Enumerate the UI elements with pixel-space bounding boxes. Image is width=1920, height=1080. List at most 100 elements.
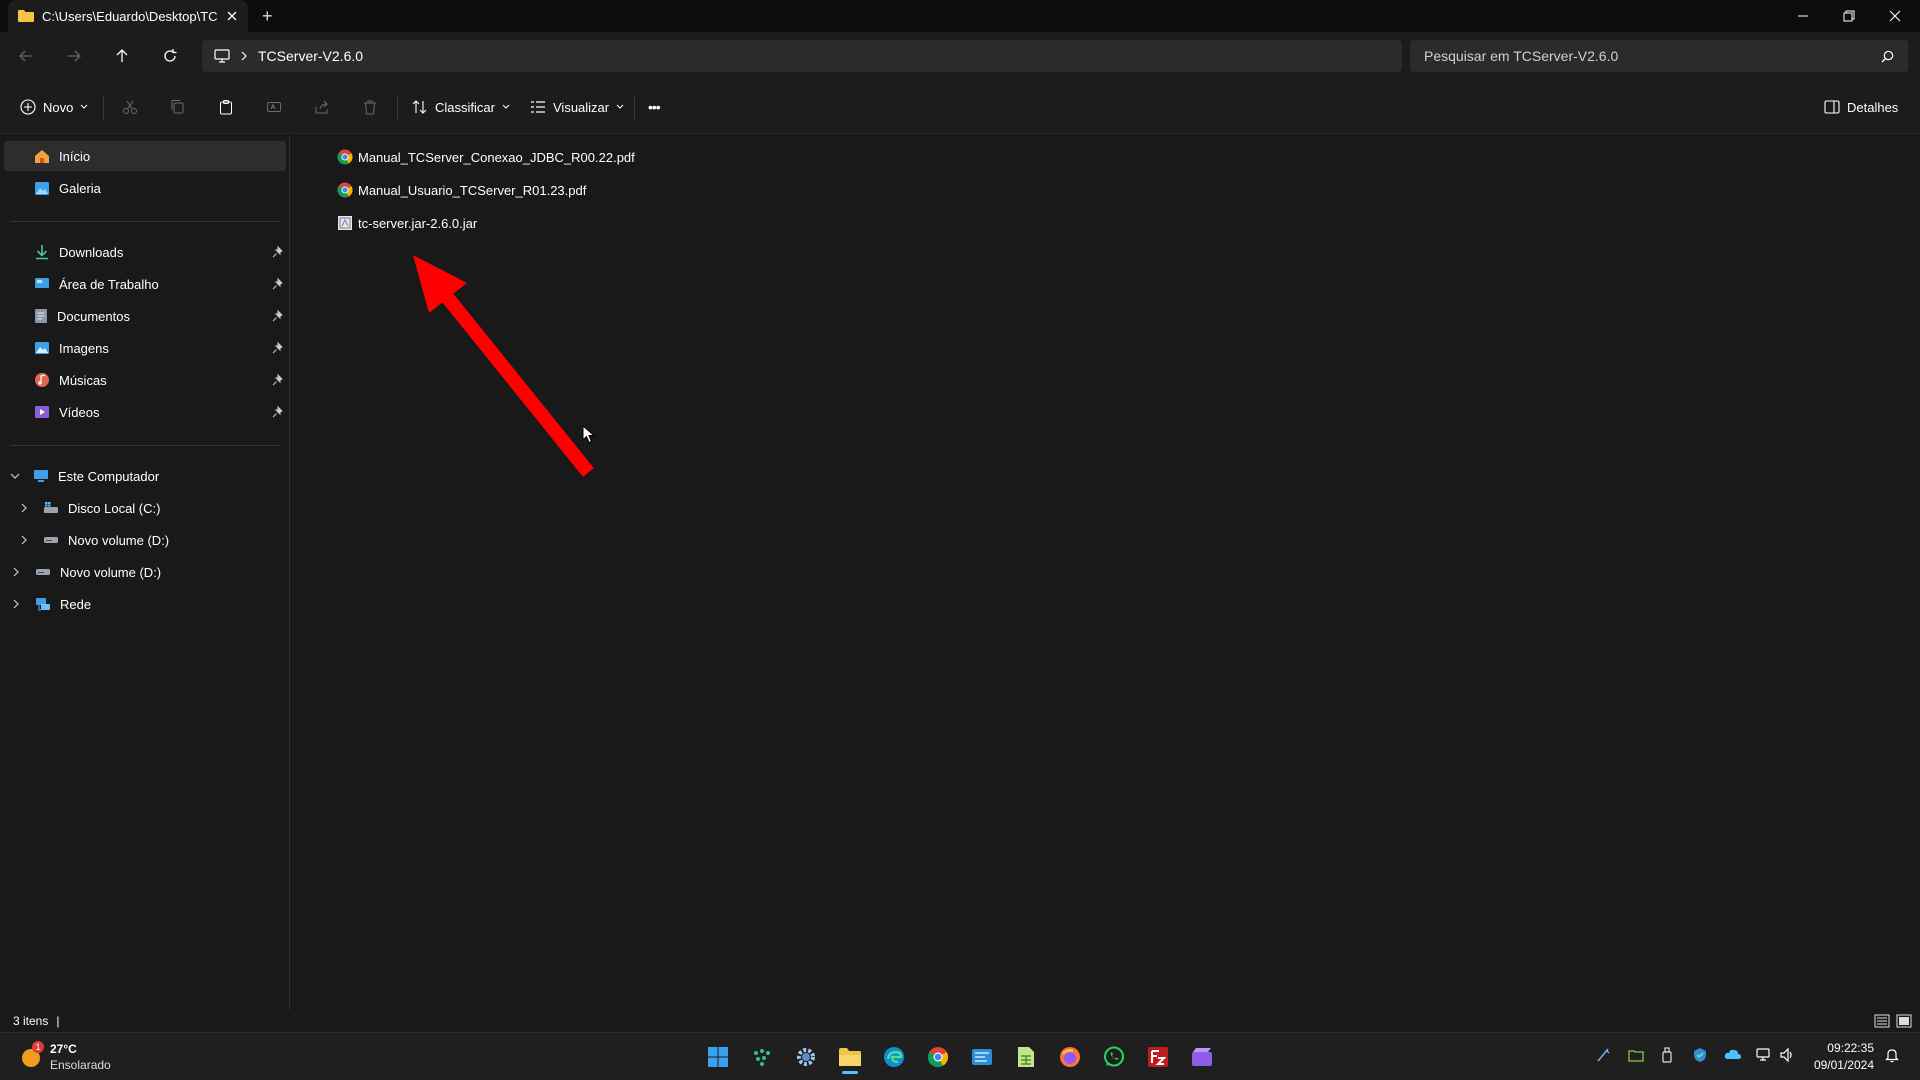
dots-app-icon	[751, 1046, 773, 1068]
taskbar-app-firefox[interactable]	[1054, 1041, 1086, 1073]
file-item[interactable]: Manual_TCServer_Conexao_JDBC_R00.22.pdf	[337, 146, 635, 168]
details-button[interactable]: Detalhes	[1824, 92, 1898, 122]
chevron-right-icon[interactable]	[20, 503, 28, 513]
taskbar: 1 27°C Ensolarado 09:22:35 09/01/2024	[0, 1032, 1920, 1080]
drive-icon	[43, 535, 59, 545]
home-icon	[34, 149, 50, 164]
weather-widget[interactable]: 1 27°C Ensolarado	[18, 1041, 158, 1073]
weather-desc: Ensolarado	[50, 1058, 111, 1072]
file-item[interactable]: tc-server.jar-2.6.0.jar	[337, 212, 477, 234]
pin-icon[interactable]	[272, 342, 284, 354]
sidebar-item-gallery[interactable]: Galeria	[4, 173, 286, 203]
chrome-icon	[927, 1046, 949, 1068]
defender-icon[interactable]	[1692, 1047, 1708, 1063]
volume-icon[interactable]	[1780, 1047, 1796, 1063]
sidebar-item-label: Vídeos	[59, 404, 100, 420]
sidebar-item-desktop[interactable]: Área de Trabalho	[34, 269, 159, 299]
taskbar-app-slack[interactable]	[746, 1041, 778, 1073]
music-icon	[34, 372, 50, 388]
sidebar-item-label: Downloads	[59, 244, 124, 260]
sidebar-item-drive-d-root[interactable]: Novo volume (D:)	[12, 557, 161, 587]
details-view-icon[interactable]	[1874, 1014, 1890, 1028]
sidebar-item-this-pc[interactable]: Este Computador	[10, 461, 159, 491]
chevron-right-icon[interactable]	[12, 567, 20, 577]
folder-icon	[18, 9, 34, 23]
pin-icon[interactable]	[272, 310, 284, 322]
chevron-right-icon[interactable]	[12, 599, 20, 609]
sidebar-item-downloads[interactable]: Downloads	[34, 237, 123, 267]
taskbar-app-chrome[interactable]	[922, 1041, 954, 1073]
usb-icon[interactable]	[1660, 1047, 1674, 1063]
taskbar-app-filezilla[interactable]	[1142, 1041, 1174, 1073]
search-box[interactable]	[1410, 40, 1908, 72]
rename-button[interactable]	[266, 92, 282, 122]
notification-bell-icon[interactable]	[1884, 1047, 1900, 1063]
network-icon[interactable]	[1756, 1047, 1772, 1063]
network-icon	[35, 597, 51, 612]
explorer-tab[interactable]: C:\Users\Eduardo\Desktop\TC	[8, 0, 248, 32]
search-icon[interactable]	[1881, 50, 1894, 63]
restore-button[interactable]	[1826, 0, 1872, 32]
new-button[interactable]: Novo	[20, 92, 88, 122]
paste-button[interactable]	[218, 92, 234, 122]
pin-icon[interactable]	[272, 374, 284, 386]
sidebar-item-music[interactable]: Músicas	[34, 365, 107, 395]
share-button[interactable]	[314, 92, 330, 122]
cut-button[interactable]	[122, 92, 138, 122]
plus-circle-icon	[20, 99, 36, 115]
sidebar-item-drive-c[interactable]: Disco Local (C:)	[20, 493, 160, 523]
taskbar-app-sheets[interactable]	[1010, 1041, 1042, 1073]
back-button[interactable]	[10, 40, 42, 72]
view-label: Visualizar	[553, 99, 610, 115]
file-item[interactable]: Manual_Usuario_TCServer_R01.23.pdf	[337, 179, 586, 201]
search-input[interactable]	[1424, 48, 1864, 64]
taskbar-app-clipchamp[interactable]	[1186, 1041, 1218, 1073]
chevron-right-icon[interactable]	[240, 51, 248, 61]
pen-icon[interactable]	[1596, 1047, 1612, 1063]
whatsapp-icon	[1103, 1046, 1125, 1068]
folder-sync-icon[interactable]	[1628, 1047, 1644, 1063]
chevron-down-icon[interactable]	[10, 472, 20, 480]
sidebar-item-home[interactable]: Início	[4, 141, 286, 171]
mouse-cursor-icon	[582, 425, 596, 444]
clock[interactable]: 09:22:35 09/01/2024	[1806, 1040, 1874, 1074]
address-path[interactable]: TCServer-V2.6.0	[258, 48, 363, 64]
chevron-right-icon[interactable]	[20, 535, 28, 545]
pin-icon[interactable]	[272, 278, 284, 290]
minimize-button[interactable]	[1780, 0, 1826, 32]
start-button[interactable]	[702, 1041, 734, 1073]
sidebar-divider	[10, 221, 280, 222]
taskbar-app-mail[interactable]	[966, 1041, 998, 1073]
sidebar-item-pictures[interactable]: Imagens	[34, 333, 109, 363]
sidebar-item-network[interactable]: Rede	[12, 589, 91, 619]
refresh-button[interactable]	[154, 40, 186, 72]
toolbar-divider	[634, 96, 635, 120]
close-tab-icon[interactable]	[226, 10, 238, 22]
taskbar-app-edge[interactable]	[878, 1041, 910, 1073]
copy-button[interactable]	[170, 92, 186, 122]
rename-icon	[266, 99, 282, 115]
view-button[interactable]: Visualizar	[530, 92, 624, 122]
item-count: 3 itens	[13, 1014, 49, 1028]
up-button[interactable]	[106, 40, 138, 72]
sidebar-item-drive-d[interactable]: Novo volume (D:)	[20, 525, 169, 555]
sort-button[interactable]: Classificar	[412, 92, 510, 122]
sidebar-item-label: Novo volume (D:)	[60, 564, 162, 580]
new-tab-button[interactable]: +	[262, 6, 273, 27]
pin-icon[interactable]	[272, 406, 284, 418]
sidebar-item-documents[interactable]: Documentos	[34, 301, 130, 331]
cloud-icon[interactable]	[1724, 1047, 1742, 1061]
taskbar-app-file-explorer[interactable]	[834, 1041, 866, 1074]
chevron-down-icon	[80, 104, 88, 110]
taskbar-app-whatsapp[interactable]	[1098, 1041, 1130, 1073]
sort-label: Classificar	[435, 99, 495, 115]
close-window-button[interactable]	[1872, 0, 1918, 32]
delete-button[interactable]	[362, 92, 378, 122]
sidebar-item-videos[interactable]: Vídeos	[34, 397, 99, 427]
pin-icon[interactable]	[272, 246, 284, 258]
address-bar[interactable]: TCServer-V2.6.0	[202, 40, 1402, 72]
taskbar-app-settings[interactable]	[790, 1041, 822, 1073]
forward-button[interactable]	[58, 40, 90, 72]
tiles-view-icon[interactable]	[1896, 1014, 1912, 1028]
more-options-button[interactable]: •••	[648, 92, 661, 122]
